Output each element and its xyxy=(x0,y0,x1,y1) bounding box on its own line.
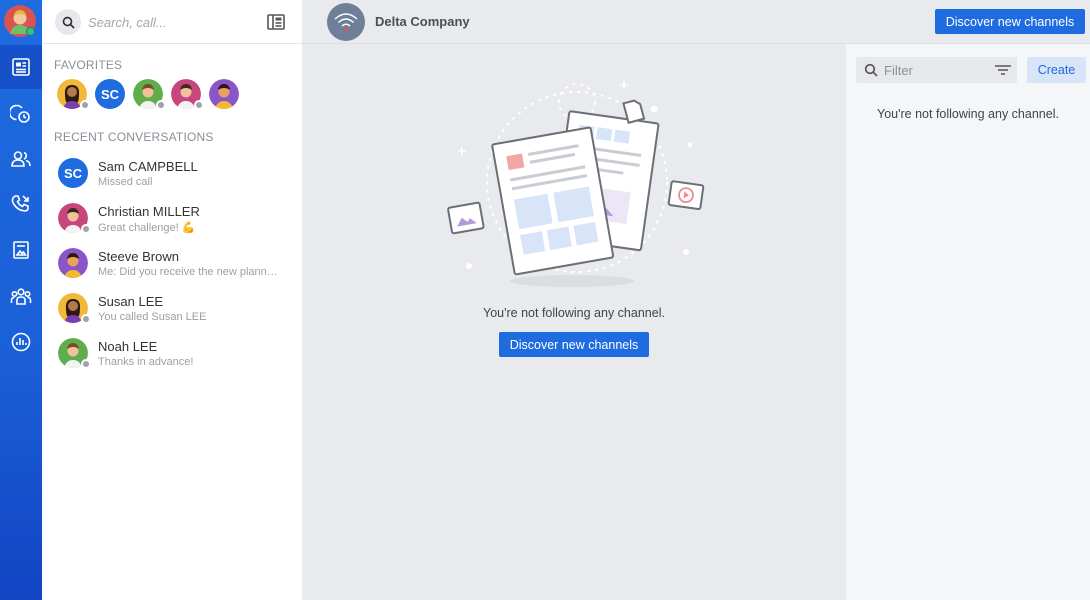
channel-header: Delta Company Discover new channels xyxy=(302,0,1090,44)
rail-item-teams[interactable] xyxy=(0,275,42,319)
contact-name: Steeve Brown xyxy=(98,249,179,264)
empty-state-message: You're not following any channel. xyxy=(483,306,665,320)
discover-channels-button[interactable]: Discover new channels xyxy=(935,9,1085,34)
channel-list-panel: Create You're not following any channel. xyxy=(846,44,1090,600)
favorite-contact[interactable]: SC xyxy=(95,79,125,109)
avatar-wrap xyxy=(58,248,88,278)
last-message: Me: Did you receive the new planning? xyxy=(98,266,280,278)
main-content: You're not following any channel. Discov… xyxy=(302,44,846,600)
company-logo[interactable] xyxy=(327,3,365,41)
favorite-contact[interactable] xyxy=(209,79,239,109)
contact-name: Sam CAMPBELL xyxy=(98,159,198,174)
search-icon xyxy=(62,16,75,29)
favorite-contact[interactable] xyxy=(57,79,90,110)
last-message: You called Susan LEE xyxy=(98,311,207,323)
favorites-list: SC xyxy=(57,79,239,110)
analytics-icon xyxy=(11,332,31,352)
avatar-wrap xyxy=(58,293,91,324)
contacts-icon xyxy=(11,151,31,167)
contact-name: Noah LEE xyxy=(98,339,158,354)
avatar-wrap xyxy=(58,203,91,234)
search-input[interactable] xyxy=(88,12,248,32)
recent-conversations-title: RECENT CONVERSATIONS xyxy=(54,130,214,144)
filter-box xyxy=(856,57,1017,83)
last-message: Missed call xyxy=(98,176,153,188)
last-message: Great challenge! 💪 xyxy=(98,222,196,234)
search-button[interactable] xyxy=(55,9,81,35)
channel-list-empty-message: You're not following any channel. xyxy=(877,107,1059,121)
discover-channels-main-button[interactable]: Discover new channels xyxy=(499,332,649,357)
avatar: SC xyxy=(58,158,88,188)
conversation-item[interactable]: SC Sam CAMPBELL Missed call xyxy=(42,154,302,199)
filter-input[interactable] xyxy=(884,61,984,79)
conversation-item[interactable]: Noah LEE Thanks in advance! xyxy=(42,334,302,379)
rail-item-channels[interactable] xyxy=(0,45,42,89)
avatar xyxy=(209,79,239,109)
online-status-dot xyxy=(26,27,35,36)
conversation-item[interactable]: Christian MILLER Great challenge! 💪 xyxy=(42,199,302,244)
avatar-wrap xyxy=(58,338,91,369)
sort-filter-icon[interactable] xyxy=(995,64,1011,76)
status-dot xyxy=(81,359,91,369)
dialpad-icon[interactable] xyxy=(266,12,286,32)
avatar xyxy=(58,248,88,278)
last-message: Thanks in advance! xyxy=(98,356,194,368)
favorites-title: FAVORITES xyxy=(54,58,123,72)
phone-icon xyxy=(11,195,29,212)
empty-channels-illustration xyxy=(447,81,705,287)
newspaper-icon xyxy=(12,58,30,76)
conversation-item[interactable]: Steeve Brown Me: Did you receive the new… xyxy=(42,244,302,289)
search-bar xyxy=(42,0,302,44)
status-dot xyxy=(194,100,204,110)
status-dot xyxy=(156,100,166,110)
rail-item-files[interactable] xyxy=(0,228,42,272)
wifi-icon xyxy=(334,13,358,32)
avatar: SC xyxy=(95,79,125,109)
video-clock-icon xyxy=(10,104,30,123)
rail-item-contacts[interactable] xyxy=(0,137,42,181)
create-channel-button[interactable]: Create xyxy=(1027,57,1086,83)
search-icon xyxy=(864,63,878,77)
team-icon xyxy=(10,288,32,305)
favorite-contact[interactable] xyxy=(133,79,166,110)
contacts-panel: FAVORITES SC xyxy=(42,0,302,600)
contact-name: Christian MILLER xyxy=(98,204,200,219)
rail-item-meetings[interactable] xyxy=(0,92,42,136)
document-image-icon xyxy=(13,241,29,259)
app-rail xyxy=(0,0,42,600)
company-name: Delta Company xyxy=(375,14,470,29)
status-dot xyxy=(81,224,91,234)
favorite-contact[interactable] xyxy=(171,79,204,110)
rail-item-calls[interactable] xyxy=(0,182,42,226)
status-dot xyxy=(81,314,91,324)
conversation-item[interactable]: Susan LEE You called Susan LEE xyxy=(42,289,302,334)
status-dot xyxy=(80,100,90,110)
contact-name: Susan LEE xyxy=(98,294,164,309)
rail-item-analytics[interactable] xyxy=(0,320,42,364)
